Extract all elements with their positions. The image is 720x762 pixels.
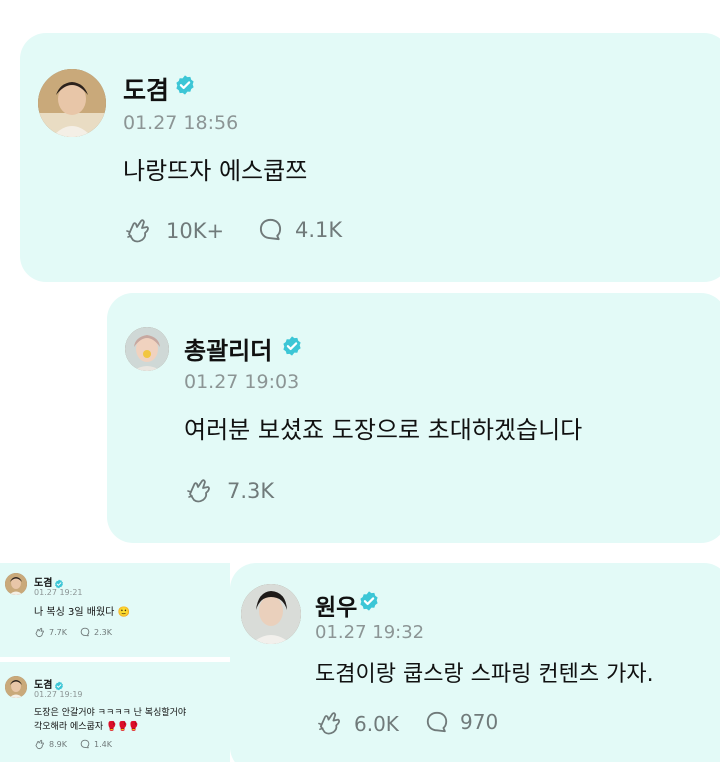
reaction-count: 8.9K xyxy=(49,740,67,749)
reaction-button[interactable]: 6.0K xyxy=(316,710,399,737)
post-card[interactable]: 도겸 01.27 18:56 나랑뜨자 에스쿱쯔 10K+ 4.1K xyxy=(20,33,720,282)
author-name[interactable]: 도겸 xyxy=(123,71,169,107)
comment-button[interactable]: 2.3K xyxy=(80,627,112,637)
author-avatar[interactable] xyxy=(38,69,106,137)
cheer-reaction-icon xyxy=(185,477,213,505)
cheer-reaction-icon xyxy=(124,217,152,245)
verified-badge-icon xyxy=(54,676,64,691)
author-avatar[interactable] xyxy=(125,327,169,371)
verified-badge-icon xyxy=(174,74,196,96)
comment-button[interactable]: 1.4K xyxy=(80,739,112,749)
post-text-body: 각오해라 에스쿱자 xyxy=(34,722,104,732)
comment-bubble-icon xyxy=(80,739,90,749)
mini-post-card[interactable]: 도겸 01.27 19:19 도장은 안갈거야 ㅋㅋㅋㅋ 난 복싱할거야 각오해… xyxy=(0,662,230,762)
comment-count: 1.4K xyxy=(94,739,112,749)
post-card[interactable]: 원우 01.27 19:32 도겸이랑 쿱스랑 스파링 컨텐츠 가자. 6.0K… xyxy=(230,563,720,762)
comment-bubble-icon xyxy=(425,710,449,734)
comment-button[interactable]: 4.1K xyxy=(258,217,342,242)
comment-bubble-icon xyxy=(80,627,90,637)
reaction-button[interactable]: 7.3K xyxy=(185,477,274,505)
comment-count: 970 xyxy=(460,710,499,734)
post-text: 나랑뜨자 에스쿱쯔 xyxy=(123,157,308,185)
post-text-line2: 각오해라 에스쿱자 🥊🥊🥊 xyxy=(34,719,140,732)
reaction-button[interactable]: 7.7K xyxy=(34,627,67,638)
verified-badge-icon xyxy=(358,590,380,612)
verified-badge-icon xyxy=(54,574,64,589)
post-card[interactable]: 총괄리더 01.27 19:03 여러분 보셨죠 도장으로 초대하겠습니다 7.… xyxy=(107,293,720,543)
post-text-line1: 도장은 안갈거야 ㅋㅋㅋㅋ 난 복싱할거야 xyxy=(34,708,187,718)
comment-bubble-icon xyxy=(258,217,283,242)
post-text: 도겸이랑 쿱스랑 스파링 컨텐츠 가자. xyxy=(315,662,654,687)
comment-count: 2.3K xyxy=(94,627,112,637)
reaction-count: 7.7K xyxy=(49,628,67,637)
author-name[interactable]: 총괄리더 xyxy=(184,331,272,366)
comment-button[interactable]: 970 xyxy=(425,710,498,734)
author-avatar[interactable] xyxy=(5,573,27,595)
author-name[interactable]: 도겸 xyxy=(34,574,52,589)
reaction-count: 6.0K xyxy=(354,711,399,736)
reaction-button[interactable]: 8.9K xyxy=(34,739,67,750)
cheer-reaction-icon xyxy=(34,627,45,638)
verified-badge-icon xyxy=(281,335,303,357)
post-timestamp: 01.27 19:21 xyxy=(34,588,83,597)
reaction-count: 10K+ xyxy=(166,219,225,243)
post-timestamp: 01.27 19:32 xyxy=(315,622,425,643)
post-timestamp: 01.27 18:56 xyxy=(123,112,239,134)
author-avatar[interactable] xyxy=(241,584,301,644)
post-text: 여러분 보셨죠 도장으로 초대하겠습니다 xyxy=(184,416,583,444)
post-text: 나 복싱 3일 배웠다 🙂 xyxy=(34,603,130,618)
comment-count: 4.1K xyxy=(295,217,343,242)
author-avatar[interactable] xyxy=(5,676,27,698)
cheer-reaction-icon xyxy=(316,710,343,737)
post-timestamp: 01.27 19:19 xyxy=(34,690,83,699)
reaction-count: 7.3K xyxy=(227,479,275,503)
emoji: 🥊🥊🥊 xyxy=(105,722,140,732)
emoji: 🙂 xyxy=(117,607,130,618)
author-name[interactable]: 도겸 xyxy=(34,676,52,691)
post-text-body: 나 복싱 3일 배웠다 xyxy=(34,607,115,618)
post-timestamp: 01.27 19:03 xyxy=(184,371,300,393)
reaction-button[interactable]: 10K+ xyxy=(124,217,224,245)
cheer-reaction-icon xyxy=(34,739,45,750)
mini-post-card[interactable]: 도겸 01.27 19:21 나 복싱 3일 배웠다 🙂 7.7K 2.3K xyxy=(0,563,230,658)
author-name[interactable]: 원우 xyxy=(315,588,357,622)
